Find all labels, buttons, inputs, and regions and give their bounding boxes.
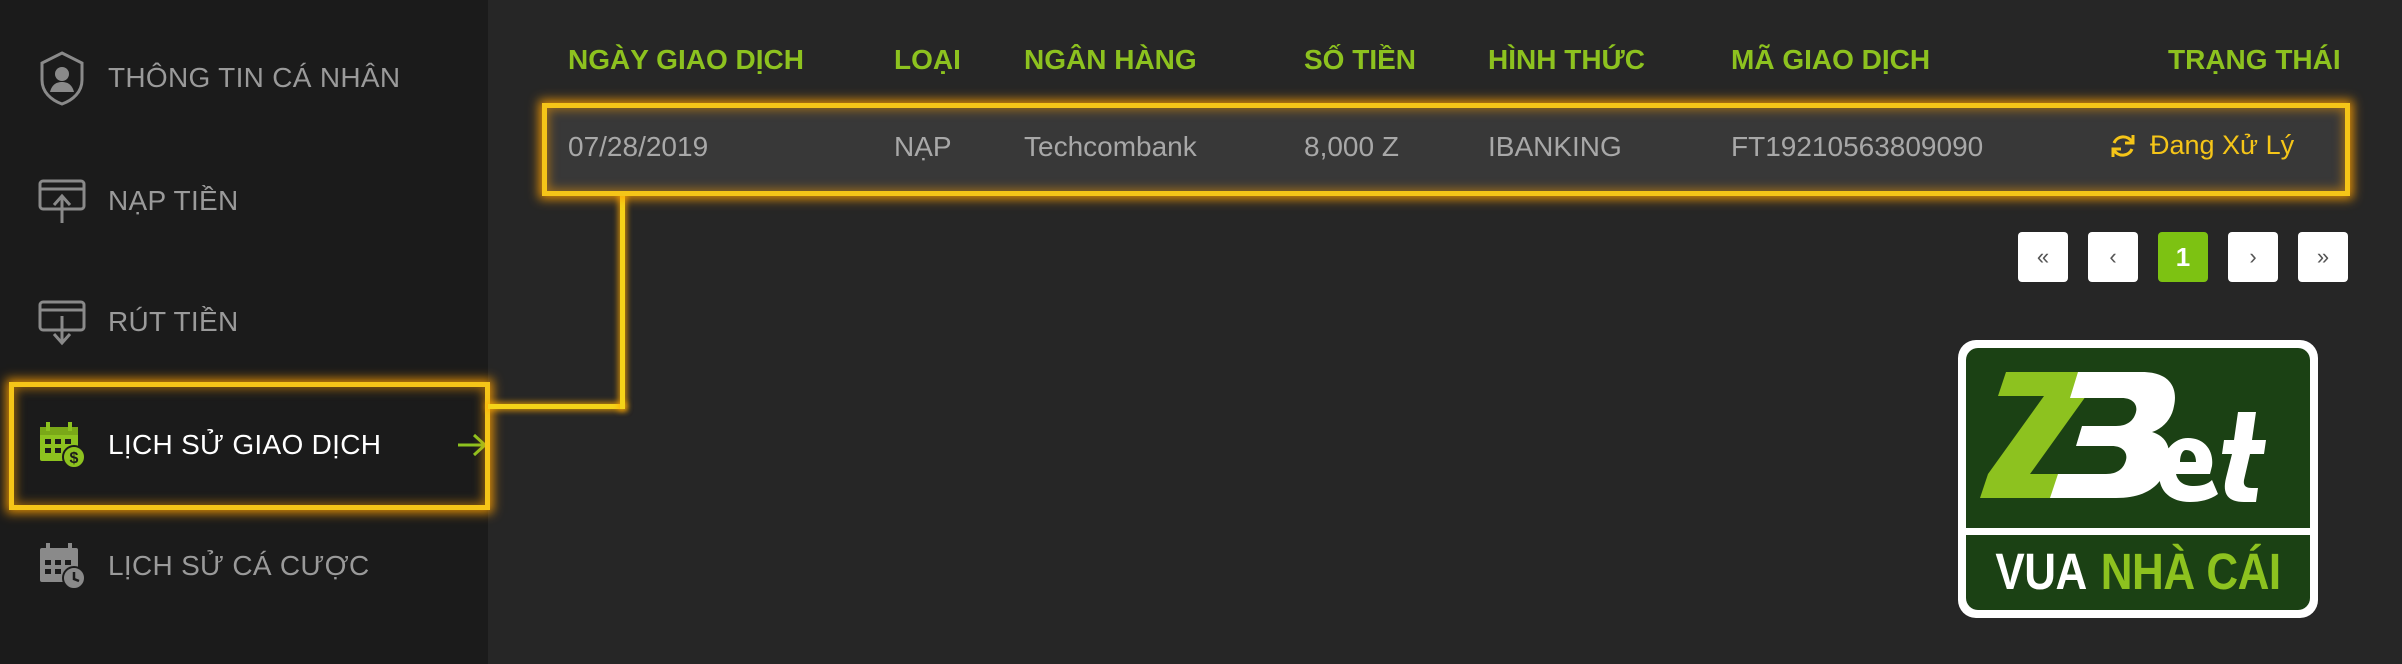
last-page-button[interactable]: » [2298, 232, 2348, 282]
sidebar-item-label: RÚT TIỀN [108, 306, 239, 337]
logo-tagline: VUA NHÀ CÁI [1966, 533, 2310, 610]
status-badge: Đang Xử Lý [2108, 130, 2294, 161]
logo-tagline-white: VUA [1995, 544, 2087, 601]
sidebar: THÔNG TIN CÁ NHÂN NẠP TIỀN RÚT TIỀN $ LỊ… [0, 0, 488, 664]
first-page-button[interactable]: « [2018, 232, 2068, 282]
status-text: Đang Xử Lý [2150, 130, 2295, 160]
prev-page-button[interactable]: ‹ [2088, 232, 2138, 282]
arrow-right-icon [454, 427, 490, 463]
cell-method: IBANKING [1488, 131, 1622, 162]
deposit-icon [36, 173, 88, 229]
sidebar-item-withdraw[interactable]: RÚT TIỀN [0, 267, 488, 377]
column-header-type: LOẠI [894, 44, 961, 75]
svg-text:$: $ [70, 450, 79, 467]
sidebar-item-deposit[interactable]: NẠP TIỀN [0, 146, 488, 256]
cell-bank: Techcombank [1024, 131, 1197, 162]
next-page-button[interactable]: › [2228, 232, 2278, 282]
cell-code: FT19210563809090 [1731, 131, 1984, 162]
sidebar-item-personal-info[interactable]: THÔNG TIN CÁ NHÂN [0, 23, 488, 133]
user-shield-icon [36, 50, 88, 106]
table-row[interactable] [545, 105, 2347, 193]
refresh-icon [2111, 134, 2135, 157]
sidebar-item-label: NẠP TIỀN [108, 185, 239, 216]
highlight-connector [488, 404, 625, 409]
page-1-button[interactable]: 1 [2158, 232, 2208, 282]
column-header-method: HÌNH THỨC [1488, 44, 1645, 75]
sidebar-item-label: LỊCH SỬ GIAO DỊCH [108, 429, 382, 460]
column-header-date: NGÀY GIAO DỊCH [568, 44, 804, 75]
column-header-bank: NGÂN HÀNG [1024, 44, 1197, 75]
highlight-connector [620, 193, 625, 409]
cell-type: NẠP [894, 131, 952, 162]
sidebar-item-transaction-history[interactable]: $ LỊCH SỬ GIAO DỊCH [0, 390, 488, 500]
calendar-clock-icon [36, 538, 88, 594]
column-header-amount: SỐ TIỀN [1304, 44, 1417, 75]
sidebar-item-bet-history[interactable]: LỊCH SỬ CÁ CƯỢC [0, 511, 488, 621]
sidebar-item-label: LỊCH SỬ CÁ CƯỢC [108, 550, 370, 581]
cell-amount: 8,000 Z [1304, 131, 1399, 162]
column-header-status: TRẠNG THÁI [2168, 44, 2341, 75]
column-header-code: MÃ GIAO DỊCH [1731, 44, 1931, 75]
sidebar-item-label: THÔNG TIN CÁ NHÂN [108, 62, 401, 93]
logo-tagline-green: NHÀ CÁI [2100, 544, 2281, 601]
withdraw-icon [36, 294, 88, 350]
calendar-dollar-icon: $ [36, 417, 88, 473]
zbet-logo: VUA NHÀ CÁI [1958, 340, 2318, 618]
cell-date: 07/28/2019 [568, 131, 709, 162]
